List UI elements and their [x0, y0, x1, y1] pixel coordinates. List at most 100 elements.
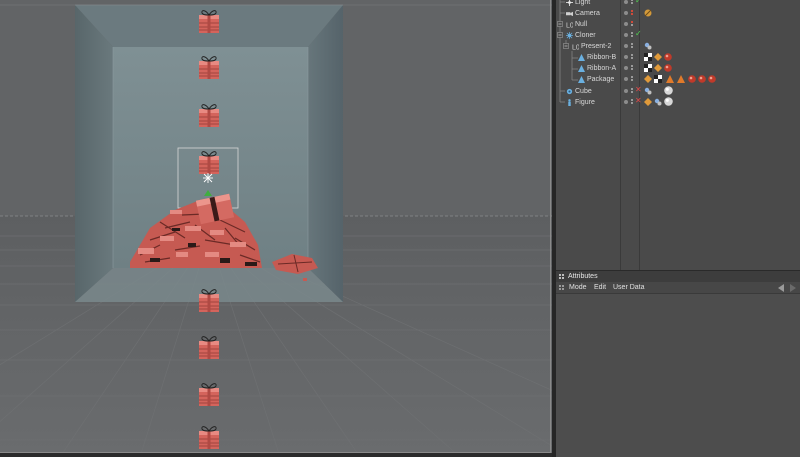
object-flags[interactable]	[624, 43, 638, 51]
selection-tag-icon[interactable]	[677, 75, 685, 83]
object-row-light[interactable]: Light ✓	[556, 0, 800, 8]
editor-render-dots[interactable]	[631, 0, 633, 1]
sweep-icon	[578, 54, 585, 61]
selection-tag-icon[interactable]	[666, 75, 674, 83]
object-flags[interactable]	[624, 21, 638, 29]
visibility-dot[interactable]	[624, 44, 628, 48]
menu-mode[interactable]: Mode	[569, 282, 587, 293]
object-name: Camera	[575, 10, 600, 17]
object-name: Cloner	[575, 32, 596, 39]
phong-tag-icon[interactable]	[654, 53, 662, 61]
attributes-title: Attributes	[568, 273, 598, 280]
object-flags[interactable]	[624, 65, 638, 73]
cloner-icon	[566, 32, 573, 39]
attributes-menu-bar: Mode Edit User Data	[556, 282, 800, 294]
editor-render-dots[interactable]	[631, 76, 633, 78]
enabled-check-icon[interactable]: ✓	[635, 30, 642, 38]
texture-tag-icon[interactable]	[644, 53, 652, 61]
visibility-dot[interactable]	[624, 22, 628, 26]
viewport-scene	[0, 0, 552, 457]
object-name: Null	[575, 21, 588, 28]
timeline-ruler[interactable]	[0, 453, 552, 457]
editor-render-dots[interactable]	[631, 43, 633, 45]
visibility-dot[interactable]	[624, 11, 628, 15]
disabled-x-icon[interactable]: ✕	[635, 86, 642, 94]
back-arrow-icon[interactable]	[778, 284, 784, 292]
texture-tag-icon[interactable]	[644, 64, 652, 72]
camera-icon	[566, 11, 573, 17]
enabled-check-icon[interactable]: ✓	[635, 0, 642, 5]
sweep-icon	[578, 76, 585, 83]
light-icon	[566, 0, 573, 6]
editor-render-dots[interactable]	[631, 54, 633, 56]
null-icon: L0	[566, 23, 573, 28]
object-name: Figure	[575, 99, 595, 106]
svg-text:L0: L0	[572, 45, 579, 50]
attributes-panel[interactable]: Attributes Mode Edit User Data	[556, 270, 800, 457]
material-tag-icon[interactable]	[708, 75, 716, 83]
material-tag-icon[interactable]	[688, 75, 696, 83]
compositing-tag-icon[interactable]	[644, 87, 652, 95]
svg-text:L0: L0	[566, 23, 573, 28]
editor-render-dots[interactable]	[631, 65, 633, 67]
object-row-package[interactable]: Package	[556, 74, 800, 85]
3d-viewport[interactable]	[0, 0, 552, 457]
object-flags[interactable]: ✕	[624, 86, 642, 96]
material-tag-icon[interactable]	[664, 64, 672, 72]
visibility-dot[interactable]	[624, 33, 628, 37]
compositing-tag-icon[interactable]	[644, 42, 652, 50]
object-row-ribbon-a[interactable]: Ribbon-A	[556, 63, 800, 74]
editor-render-dots[interactable]	[631, 88, 633, 90]
menu-edit[interactable]: Edit	[594, 282, 606, 293]
forward-arrow-icon[interactable]	[790, 284, 796, 292]
object-name: Ribbon-B	[587, 54, 617, 61]
object-flags[interactable]	[624, 10, 638, 18]
visibility-dot[interactable]	[624, 0, 628, 4]
object-row-present-2[interactable]: L0 Present-2	[556, 41, 800, 52]
visibility-dot[interactable]	[624, 77, 628, 81]
panel-grip-icon[interactable]	[559, 274, 564, 279]
object-row-figure[interactable]: Figure ✕	[556, 97, 800, 108]
visibility-dot[interactable]	[624, 100, 628, 104]
camera-tag-icon[interactable]	[644, 9, 652, 17]
object-row-cloner[interactable]: Cloner ✓	[556, 30, 800, 41]
cube-icon	[566, 88, 573, 95]
phong-tag-icon[interactable]	[644, 75, 652, 83]
visibility-dot[interactable]	[624, 89, 628, 93]
editor-render-dots[interactable]	[631, 32, 633, 34]
object-row-null[interactable]: L0 Null	[556, 19, 800, 30]
editor-render-dots[interactable]	[631, 10, 633, 12]
visibility-dot[interactable]	[624, 66, 628, 70]
material-tag-icon[interactable]	[698, 75, 706, 83]
object-row-camera[interactable]: Camera	[556, 8, 800, 19]
object-flags[interactable]: ✓	[624, 0, 642, 7]
editor-render-dots[interactable]	[631, 99, 633, 101]
phong-tag-icon[interactable]	[644, 98, 652, 106]
material-tag-icon[interactable]	[664, 53, 672, 61]
object-name: Ribbon-A	[587, 65, 617, 72]
panel-grip-icon[interactable]	[559, 285, 564, 290]
sweep-icon	[578, 65, 585, 72]
null-icon: L0	[572, 45, 579, 50]
texture-tag-icon[interactable]	[654, 75, 662, 83]
object-manager[interactable]: Light ✓ Camera L0 Null Cloner ✓	[556, 0, 800, 270]
compositing-tag-icon[interactable]	[654, 98, 662, 106]
phong-tag-icon[interactable]	[654, 64, 662, 72]
menu-user-data[interactable]: User Data	[613, 282, 645, 293]
visibility-dot[interactable]	[624, 55, 628, 59]
object-name: Present-2	[581, 43, 612, 50]
object-flags[interactable]: ✓	[624, 30, 642, 40]
figure-icon	[568, 99, 571, 106]
object-row-ribbon-b[interactable]: Ribbon-B	[556, 52, 800, 63]
material-tag-icon[interactable]	[664, 97, 673, 106]
material-tag-icon[interactable]	[664, 86, 673, 95]
editor-render-dots[interactable]	[631, 21, 633, 23]
object-name: Cube	[575, 88, 592, 95]
object-name: Package	[587, 76, 615, 83]
object-name: Light	[575, 0, 591, 6]
object-row-cube[interactable]: Cube ✕	[556, 86, 800, 97]
object-flags[interactable]: ✕	[624, 97, 642, 107]
disabled-x-icon[interactable]: ✕	[635, 97, 642, 105]
object-flags[interactable]	[624, 54, 638, 62]
object-flags[interactable]	[624, 76, 638, 84]
